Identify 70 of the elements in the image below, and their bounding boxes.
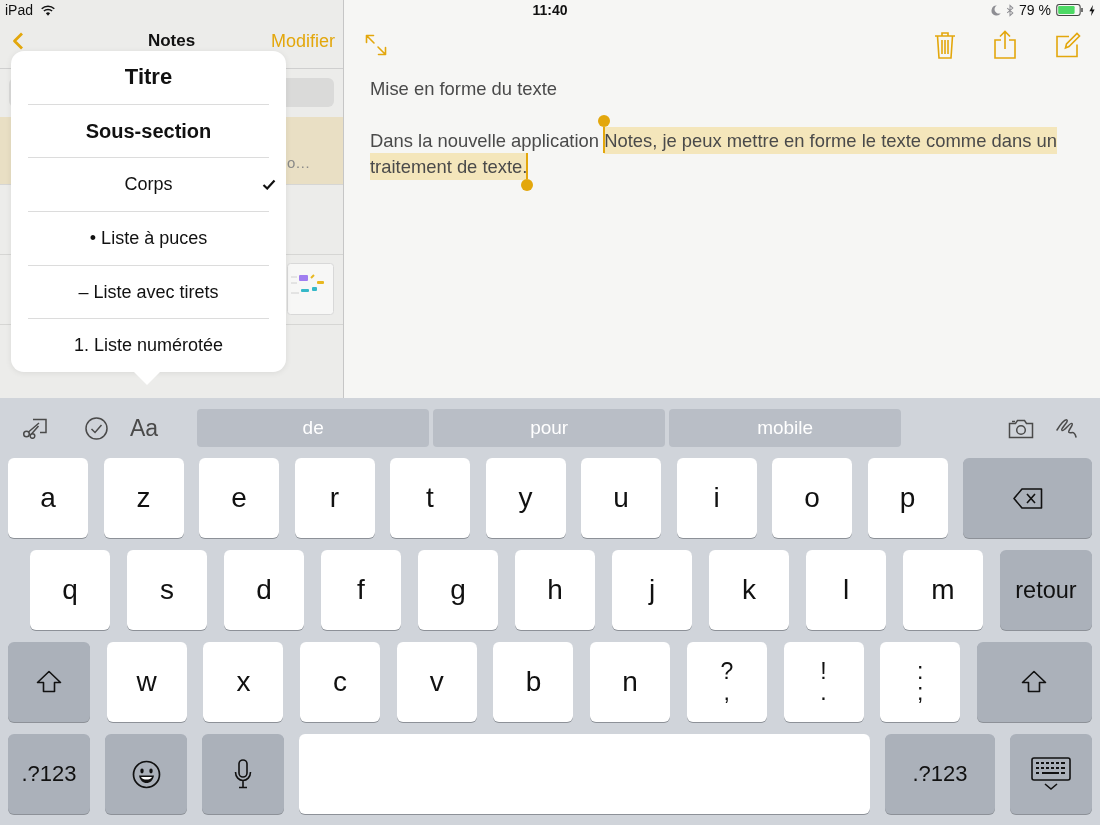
bluetooth-icon xyxy=(1006,3,1015,17)
camera-icon[interactable] xyxy=(1008,417,1034,439)
letter-key[interactable]: e xyxy=(199,458,279,538)
letter-key[interactable]: d xyxy=(224,550,304,630)
letter-key[interactable]: w xyxy=(106,642,187,722)
letter-key[interactable]: s xyxy=(127,550,207,630)
letter-key[interactable]: l xyxy=(806,550,886,630)
keyboard-icon xyxy=(1031,757,1071,791)
letter-key[interactable]: h xyxy=(515,550,595,630)
letter-key[interactable]: b xyxy=(493,642,574,722)
letter-key[interactable]: r xyxy=(294,458,375,538)
letter-key[interactable]: u xyxy=(581,458,661,538)
smiley-icon xyxy=(131,759,161,789)
delete-key[interactable] xyxy=(963,458,1092,538)
punctuation-key[interactable]: ! . xyxy=(783,642,864,722)
emoji-key[interactable] xyxy=(105,734,187,814)
letter-key[interactable]: i xyxy=(676,458,757,538)
shift-key[interactable] xyxy=(8,642,90,722)
microphone-icon xyxy=(234,759,252,789)
trash-icon[interactable] xyxy=(934,30,956,59)
letter-key[interactable]: y xyxy=(485,458,566,538)
format-option[interactable]: 1. Liste numérotée xyxy=(11,319,286,373)
format-option[interactable]: Corps xyxy=(11,158,286,211)
punctuation-key[interactable]: : ; xyxy=(880,642,961,722)
letter-key[interactable]: c xyxy=(300,642,381,722)
letter-key[interactable]: z xyxy=(103,458,184,538)
device-name: iPad xyxy=(5,2,34,18)
scissors-icon[interactable] xyxy=(22,417,48,439)
format-option[interactable]: Titre xyxy=(11,51,286,104)
text-format-button[interactable]: Aa xyxy=(130,415,159,441)
format-option[interactable]: – Liste avec tirets xyxy=(11,265,286,319)
moon-icon xyxy=(991,4,1002,16)
return-key[interactable]: retour xyxy=(1000,550,1092,630)
battery-icon xyxy=(1056,4,1084,16)
format-option[interactable]: • Liste à puces xyxy=(11,212,286,265)
numbers-key[interactable]: .?123 xyxy=(8,734,90,814)
punctuation-key[interactable]: ? , xyxy=(686,642,767,722)
note-title: Mise en forme du texte xyxy=(370,77,559,101)
space-bar[interactable] xyxy=(299,734,870,814)
letter-key[interactable]: a xyxy=(8,458,88,538)
letter-key[interactable]: n xyxy=(590,642,671,722)
battery-percentage: 79 % xyxy=(1019,2,1051,18)
backspace-icon xyxy=(1012,487,1043,509)
shift-key[interactable] xyxy=(976,642,1092,722)
chevron-left-icon[interactable] xyxy=(12,31,24,50)
expand-arrows-icon[interactable] xyxy=(364,32,388,57)
letter-key[interactable]: x xyxy=(203,642,284,722)
letter-key[interactable]: j xyxy=(612,550,692,630)
letter-key[interactable]: o xyxy=(772,458,852,538)
format-option[interactable]: Sous-section xyxy=(11,104,286,158)
letter-key[interactable]: k xyxy=(709,550,789,630)
letter-key[interactable]: g xyxy=(418,550,498,630)
letter-key[interactable]: t xyxy=(390,458,470,538)
share-icon[interactable] xyxy=(993,30,1017,59)
sidebar-title: Notes xyxy=(147,31,196,50)
squiggle-icon[interactable] xyxy=(1055,417,1078,439)
wifi-icon xyxy=(41,4,56,16)
letter-key[interactable]: m xyxy=(903,550,983,630)
letter-key[interactable]: q xyxy=(30,550,110,630)
numbers-key[interactable]: .?123 xyxy=(885,734,995,814)
clock-time: 11:40 xyxy=(532,2,568,18)
hide-keyboard-key[interactable] xyxy=(1010,734,1092,814)
letter-key[interactable]: p xyxy=(867,458,948,538)
note-preview: o… xyxy=(287,154,311,173)
dictation-key[interactable] xyxy=(202,734,284,814)
letter-key[interactable]: v xyxy=(396,642,477,722)
letter-key[interactable]: f xyxy=(321,550,401,630)
checkmark-circle-icon[interactable] xyxy=(85,416,108,440)
lightning-bolt-icon xyxy=(1089,4,1095,16)
compose-icon[interactable] xyxy=(1055,31,1081,58)
